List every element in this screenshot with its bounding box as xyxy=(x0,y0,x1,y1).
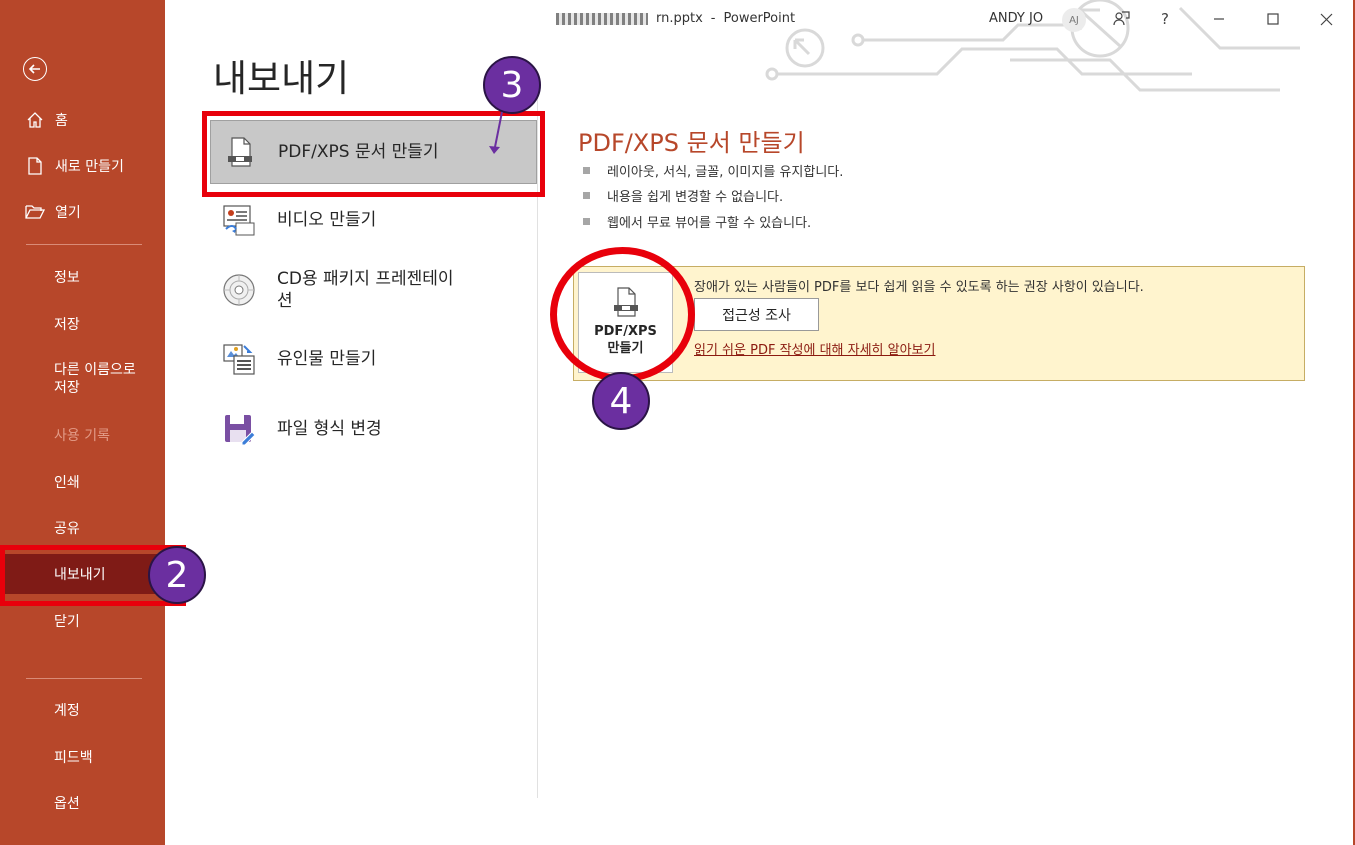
app-name: PowerPoint xyxy=(723,11,796,26)
export-option-label: CD용 패키지 프레젠테이 션 xyxy=(277,269,454,311)
window-title: rn.pptx - PowerPoint xyxy=(556,11,795,26)
cd-icon xyxy=(221,272,257,308)
step-badge-2: 2 xyxy=(148,546,206,604)
close-window-button[interactable] xyxy=(1311,4,1341,34)
maximize-icon xyxy=(1267,13,1279,25)
save-as-icon xyxy=(221,411,257,447)
detail-bullet: 웹에서 무료 뷰어를 구할 수 있습니다. xyxy=(583,212,811,231)
highlight-circle-create-pdf xyxy=(550,247,695,382)
document-name: rn.pptx xyxy=(656,11,703,26)
sidebar-item-label: 저장 xyxy=(54,317,80,333)
sidebar-item-history: 사용 기록 xyxy=(0,415,165,455)
new-file-icon xyxy=(25,156,45,176)
sidebar-divider xyxy=(26,244,142,245)
export-option-video[interactable]: 비디오 만들기 xyxy=(210,188,537,252)
sidebar-item-account[interactable]: 계정 xyxy=(0,690,165,730)
sidebar-item-label: 정보 xyxy=(54,270,80,286)
sidebar-item-new[interactable]: 새로 만들기 xyxy=(0,146,165,186)
close-icon xyxy=(1320,13,1332,25)
sidebar-item-label: 인쇄 xyxy=(54,475,80,491)
minimize-button[interactable] xyxy=(1204,4,1234,34)
sidebar-item-print[interactable]: 인쇄 xyxy=(0,462,165,502)
export-option-handouts[interactable]: 유인물 만들기 xyxy=(210,327,537,391)
sidebar-item-label: 새로 만들기 xyxy=(55,159,124,175)
detail-title: PDF/XPS 문서 만들기 xyxy=(578,129,805,157)
sidebar-item-label: 사용 기록 xyxy=(54,428,110,444)
backstage-sidebar: 홈 새로 만들기 열기 정보 저장 다른 이름으로 저장 사용 기록 인쇄 공유… xyxy=(0,0,165,845)
sidebar-item-label: 공유 xyxy=(54,521,80,537)
minimize-icon xyxy=(1214,18,1224,20)
step-badge-3: 3 xyxy=(483,56,541,114)
sidebar-item-info[interactable]: 정보 xyxy=(0,257,165,297)
detail-bullet: 레이아웃, 서식, 글꼴, 이미지를 유지합니다. xyxy=(583,161,843,180)
sidebar-item-label: 다른 이름으로 저장 xyxy=(54,362,136,396)
sidebar-item-home[interactable]: 홈 xyxy=(0,100,165,140)
redacted-filename xyxy=(556,12,648,25)
home-icon xyxy=(25,110,45,130)
sidebar-item-save-as[interactable]: 다른 이름으로 저장 xyxy=(0,357,165,401)
pointer-arrow-icon xyxy=(489,111,503,154)
user-name[interactable]: ANDY JO xyxy=(989,11,1043,26)
export-option-label: 파일 형식 변경 xyxy=(277,419,382,439)
bullet-marker xyxy=(583,192,590,199)
step-badge-4: 4 xyxy=(592,372,650,430)
export-option-label: 비디오 만들기 xyxy=(277,210,377,230)
sidebar-divider xyxy=(26,678,142,679)
bullet-marker xyxy=(583,167,590,174)
bullet-text: 웹에서 무료 뷰어를 구할 수 있습니다. xyxy=(607,216,812,231)
learn-more-link[interactable]: 읽기 쉬운 PDF 작성에 대해 자세히 알아보기 xyxy=(694,339,935,358)
help-button[interactable]: ? xyxy=(1150,4,1180,34)
title-separator: - xyxy=(710,11,716,26)
sidebar-item-open[interactable]: 열기 xyxy=(0,192,165,232)
sidebar-item-label: 피드백 xyxy=(54,750,93,766)
folder-open-icon xyxy=(25,202,45,222)
export-option-cd-package[interactable]: CD용 패키지 프레젠테이 션 xyxy=(210,258,537,322)
bullet-marker xyxy=(583,218,590,225)
sidebar-item-label: 계정 xyxy=(54,703,80,719)
page-title: 내보내기 xyxy=(213,57,350,100)
sidebar-item-feedback[interactable]: 피드백 xyxy=(0,737,165,777)
column-divider xyxy=(537,98,538,798)
sidebar-item-label: 옵션 xyxy=(54,796,80,812)
bullet-text: 레이아웃, 서식, 글꼴, 이미지를 유지합니다. xyxy=(607,165,844,180)
coauthor-icon[interactable] xyxy=(1106,4,1136,34)
check-accessibility-button[interactable]: 접근성 조사 xyxy=(694,298,819,331)
back-arrow-icon xyxy=(28,64,40,74)
sidebar-item-label: 열기 xyxy=(55,205,81,221)
sidebar-item-label: 닫기 xyxy=(54,614,80,630)
sidebar-item-close[interactable]: 닫기 xyxy=(0,601,165,641)
sidebar-item-save[interactable]: 저장 xyxy=(0,304,165,344)
sidebar-item-share[interactable]: 공유 xyxy=(0,508,165,548)
export-option-change-file-type[interactable]: 파일 형식 변경 xyxy=(210,397,537,461)
video-icon xyxy=(221,202,257,238)
bullet-text: 내용을 쉽게 변경할 수 없습니다. xyxy=(607,190,784,205)
maximize-button[interactable] xyxy=(1258,4,1288,34)
sidebar-item-options[interactable]: 옵션 xyxy=(0,783,165,823)
handout-icon xyxy=(221,341,257,377)
detail-bullet: 내용을 쉽게 변경할 수 없습니다. xyxy=(583,186,783,205)
avatar[interactable]: AJ xyxy=(1062,8,1086,32)
sidebar-item-label: 홈 xyxy=(55,113,68,129)
export-option-label: 유인물 만들기 xyxy=(277,349,377,369)
back-button[interactable] xyxy=(23,57,47,81)
accessibility-note: 장애가 있는 사람들이 PDF를 보다 쉽게 읽을 수 있도록 하는 권장 사항… xyxy=(694,280,1144,295)
